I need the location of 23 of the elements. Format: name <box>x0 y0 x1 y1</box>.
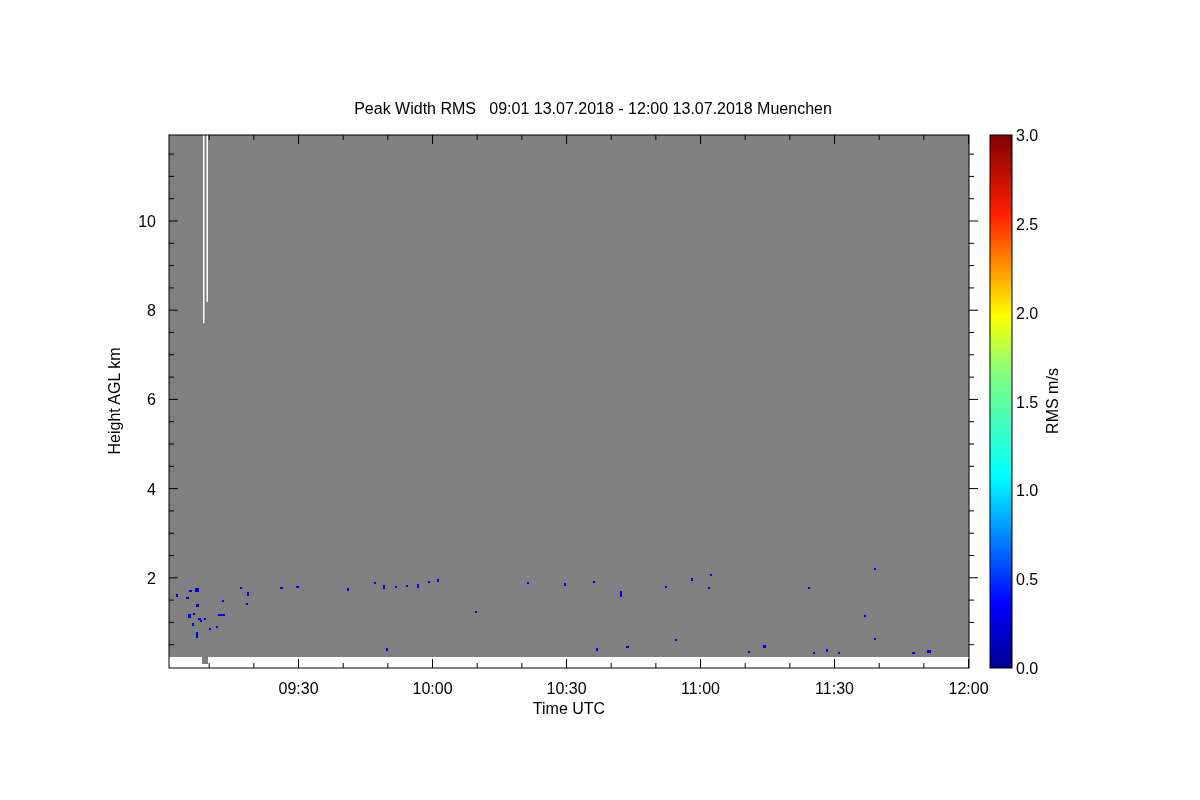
y-tick-label: 10 <box>138 213 156 230</box>
chart-title: Peak Width RMS 09:01 13.07.2018 - 12:00 13.07.2018 Muenchen <box>354 100 832 117</box>
colorbar-label: RMS m/s <box>1044 368 1061 434</box>
colorbar-tick-label: 1.0 <box>1016 482 1039 500</box>
y-axis-label: Height AGL km <box>106 347 123 455</box>
x-tick-label: 11:30 <box>815 680 854 697</box>
data-streak <box>202 657 208 664</box>
colorbar-tick-label: 2.0 <box>1016 304 1039 322</box>
x-axis-label: Time UTC <box>532 700 606 717</box>
y-tick-label: 6 <box>147 391 156 409</box>
x-tick-label: 10:00 <box>412 680 453 697</box>
y-tick-label: 8 <box>147 302 156 320</box>
colorbar-tick-label: 0.0 <box>1016 660 1039 677</box>
colorbar-tick-label: 3.0 <box>1016 127 1039 144</box>
colorbar-tick-label: 2.5 <box>1016 215 1039 233</box>
y-tick-label: 2 <box>147 569 156 587</box>
y-tick-label: 4 <box>147 480 156 498</box>
colorbar-tick-label: 0.5 <box>1016 571 1039 589</box>
colorbar-tick-label: 1.5 <box>1016 393 1039 411</box>
x-tick-label: 09:30 <box>278 680 319 697</box>
x-tick-label: 10:30 <box>546 680 587 697</box>
x-tick-label: 12:00 <box>948 680 989 697</box>
x-tick-label: 11:00 <box>681 680 720 697</box>
